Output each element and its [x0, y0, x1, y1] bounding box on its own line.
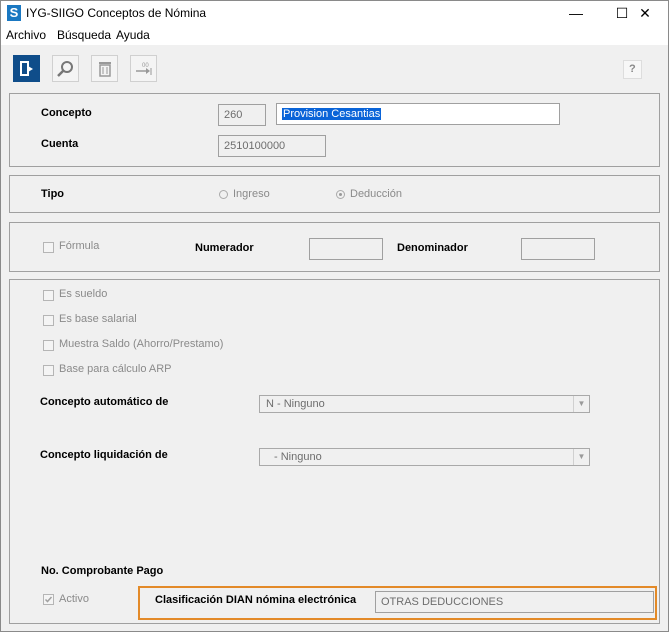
- export-button[interactable]: 00: [130, 55, 157, 82]
- menu-bar: Archivo Búsqueda Ayuda: [1, 25, 668, 45]
- delete-button[interactable]: [91, 55, 118, 82]
- numerador-field[interactable]: [309, 238, 383, 260]
- comprobante-label: No. Comprobante Pago: [41, 565, 164, 577]
- concepto-liquidacion-select[interactable]: - Ninguno ▼: [259, 448, 590, 466]
- chevron-down-icon: ▼: [573, 396, 589, 412]
- muestra-saldo-label: Muestra Saldo (Ahorro/Prestamo): [59, 338, 224, 350]
- concepto-label: Concepto: [41, 107, 92, 119]
- base-arp-label: Base para cálculo ARP: [59, 363, 172, 375]
- deduccion-label: Deducción: [350, 188, 402, 200]
- es-sueldo-label: Es sueldo: [59, 288, 108, 300]
- concepto-automatico-label: Concepto automático de: [40, 396, 169, 408]
- formula-checkbox[interactable]: [43, 242, 54, 253]
- export-arrow-icon: 00: [136, 63, 152, 75]
- main-window: S IYG-SIIGO Conceptos de Nómina — ☐ ✕ Ar…: [0, 0, 669, 632]
- muestra-saldo-checkbox[interactable]: [43, 340, 54, 351]
- tipo-group: [9, 175, 660, 213]
- formula-label: Fórmula: [59, 240, 100, 252]
- close-button[interactable]: ✕: [622, 1, 668, 25]
- tipo-label: Tipo: [41, 188, 65, 200]
- denominador-field[interactable]: [521, 238, 595, 260]
- minimize-button[interactable]: —: [553, 1, 599, 25]
- title-bar: S IYG-SIIGO Conceptos de Nómina — ☐ ✕: [1, 1, 668, 25]
- concepto-liquidacion-value: - Ninguno: [274, 451, 322, 463]
- ingreso-radio[interactable]: [219, 190, 228, 199]
- ingreso-label: Ingreso: [233, 188, 270, 200]
- window-title: IYG-SIIGO Conceptos de Nómina: [26, 6, 207, 20]
- menu-ayuda[interactable]: Ayuda: [116, 28, 150, 42]
- svg-text:00: 00: [142, 63, 149, 69]
- concepto-name-text: Provision Cesantias: [282, 108, 382, 120]
- activo-label: Activo: [59, 593, 89, 605]
- toolbar: 00 ?: [1, 49, 668, 87]
- checkmark-icon: [44, 596, 53, 603]
- chevron-down-icon: ▼: [573, 449, 589, 465]
- clasificacion-field[interactable]: OTRAS DEDUCCIONES: [375, 591, 654, 613]
- menu-busqueda[interactable]: Búsqueda: [57, 28, 111, 42]
- concepto-automatico-value: N - Ninguno: [266, 398, 325, 410]
- concepto-automatico-select[interactable]: N - Ninguno ▼: [259, 395, 590, 413]
- concepto-liquidacion-label: Concepto liquidación de: [40, 449, 168, 461]
- base-salarial-checkbox[interactable]: [43, 315, 54, 326]
- menu-archivo[interactable]: Archivo: [6, 28, 46, 42]
- search-button[interactable]: [52, 55, 79, 82]
- clasificacion-label: Clasificación DIAN nómina electrónica: [155, 594, 357, 606]
- base-arp-checkbox[interactable]: [43, 365, 54, 376]
- exit-button[interactable]: [13, 55, 40, 82]
- deduccion-radio[interactable]: [336, 190, 345, 199]
- exit-door-icon: [20, 61, 33, 76]
- concepto-name-field[interactable]: Provision Cesantias: [276, 103, 560, 125]
- cuenta-label: Cuenta: [41, 138, 79, 150]
- search-icon: [57, 61, 73, 77]
- es-sueldo-checkbox[interactable]: [43, 290, 54, 301]
- base-salarial-label: Es base salarial: [59, 313, 137, 325]
- numerador-label: Numerador: [195, 242, 254, 254]
- activo-checkbox[interactable]: [43, 594, 54, 605]
- cuenta-field[interactable]: 2510100000: [218, 135, 326, 157]
- trash-icon: [99, 62, 111, 77]
- app-logo-icon: S: [7, 5, 21, 21]
- help-icon: ?: [629, 63, 636, 75]
- help-button[interactable]: ?: [623, 60, 642, 79]
- denominador-label: Denominador: [397, 242, 468, 254]
- concepto-code-field[interactable]: 260: [218, 104, 266, 126]
